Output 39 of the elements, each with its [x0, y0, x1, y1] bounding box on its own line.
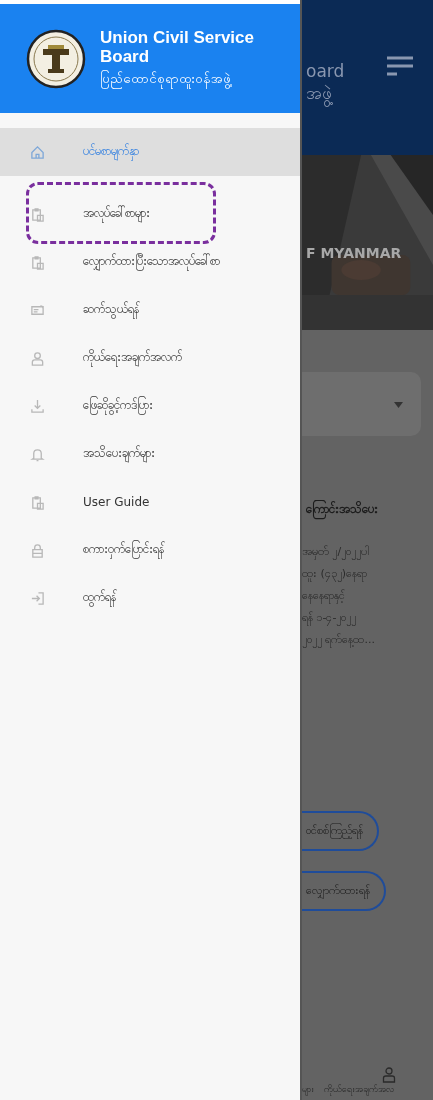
menu-item-label: အလုပ်ခေါ်စာများ — [83, 205, 150, 223]
contact-card-icon — [30, 302, 45, 318]
person-icon[interactable] — [382, 1067, 396, 1083]
menu-item[interactable]: အလုပ်ခေါ်စာများ — [0, 190, 300, 238]
app-title: Union Civil Service Board — [100, 27, 255, 66]
lock-icon — [30, 542, 45, 558]
emblem-logo — [26, 28, 86, 89]
menu-item-label: ဖြေဆိုခွင့်ကဒ်ပြား — [83, 397, 153, 415]
menu-item[interactable]: ဖြေဆိုခွင့်ကဒ်ပြား — [0, 382, 300, 430]
home-icon — [30, 144, 45, 160]
person-icon — [30, 350, 45, 366]
menu-item[interactable]: အသိပေးချက်များ — [0, 430, 300, 478]
dropdown-field[interactable] — [302, 372, 421, 436]
menu-icon[interactable] — [385, 55, 415, 79]
bell-icon — [30, 446, 45, 462]
caret-icon — [394, 402, 403, 408]
menu-item-label: ဆက်သွယ်ရန် — [83, 301, 139, 319]
download-icon — [30, 398, 45, 414]
clipboard-icon — [30, 254, 45, 270]
clipboard-icon — [30, 206, 45, 222]
menu-item[interactable]: ဆက်သွယ်ရန် — [0, 286, 300, 334]
logout-icon — [30, 590, 45, 606]
menu-item-label: စကားဝှက်ပြောင်းရန် — [83, 541, 164, 559]
clipboard-icon — [30, 494, 45, 510]
menu-item[interactable]: လျှောက်ထားပြီးသောအလုပ်ခေါ်စာ — [0, 238, 300, 286]
menu-item-label: ကိုယ်ရေးအချက်အလက် — [83, 349, 182, 367]
menu-item[interactable]: User Guide — [0, 478, 300, 526]
notice-title: ကြောင်းအသိပေး — [306, 501, 433, 519]
menu-item[interactable]: ထွက်ရန် — [0, 574, 300, 622]
menu-item-label: ထွက်ရန် — [83, 589, 116, 607]
menu-item-label: User Guide — [83, 495, 150, 509]
menu-item-label: အသိပေးချက်များ — [83, 445, 155, 463]
header-title: oard — [306, 60, 345, 82]
banner-text: F MYANMAR — [306, 245, 402, 261]
menu-item[interactable]: ကိုယ်ရေးအချက်အလက် — [0, 334, 300, 382]
menu-item[interactable]: စကားဝှက်ပြောင်းရန် — [0, 526, 300, 574]
menu-item-label: လျှောက်ထားပြီးသောအလုပ်ခေါ်စာ — [83, 253, 220, 271]
menu-item-label: ပင်မစာမျက်နှာ — [83, 143, 139, 161]
app-subtitle: ပြည်ထောင်စုရာထူးဝန်အဖွဲ့ — [100, 67, 290, 90]
